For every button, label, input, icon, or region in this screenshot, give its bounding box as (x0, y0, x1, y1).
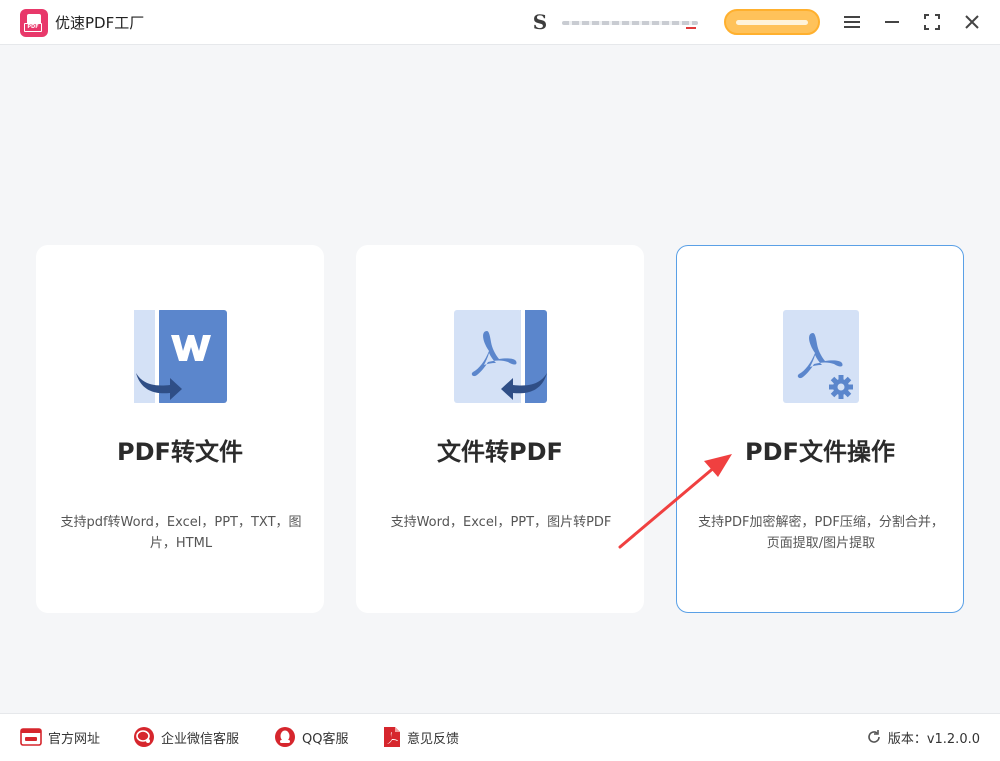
qq-icon (275, 727, 295, 747)
official-website-link[interactable]: 官方网址 (20, 725, 100, 749)
card-pdf-operations[interactable]: PDF文件操作 支持PDF加密解密，PDF压缩，分割合并，页面提取/图片提取 (676, 245, 964, 613)
app-logo-icon: PDF (20, 9, 48, 37)
user-account-area[interactable]: S (526, 10, 706, 34)
footer-link-label: 官方网址 (48, 731, 101, 747)
footer-link-label: QQ客服 (302, 731, 349, 747)
card-title: 文件转PDF (437, 438, 563, 466)
card-description: 支持PDF加密解密，PDF压缩，分割合并，页面提取/图片提取 (698, 515, 944, 551)
card-file-to-pdf[interactable]: 文件转PDF 支持Word，Excel，PPT，图片转PDF (356, 245, 644, 613)
refresh-icon (868, 730, 880, 743)
feedback-icon (384, 727, 400, 747)
file-to-pdf-icon (453, 309, 549, 405)
user-avatar-icon: S (532, 10, 548, 34)
pdf-settings-icon (773, 309, 869, 405)
title-bar: PDF 优速PDF工厂 S (0, 0, 1000, 45)
wecom-support-link[interactable]: 企业微信客服 (133, 725, 239, 749)
card-title: PDF文件操作 (745, 438, 895, 466)
card-pdf-to-file[interactable]: PDF转文件 支持pdf转Word，Excel，PPT，TXT，图片，HTML (36, 245, 324, 613)
qq-support-link[interactable]: QQ客服 (274, 725, 348, 749)
user-name-obscured (562, 21, 698, 25)
maximize-icon[interactable] (918, 8, 946, 36)
minimize-icon[interactable] (878, 8, 906, 36)
menu-icon[interactable] (838, 8, 866, 36)
card-description: 支持pdf转Word，Excel，PPT，TXT，图片，HTML (60, 515, 302, 551)
feedback-link[interactable]: 意见反馈 (383, 725, 459, 749)
wecom-icon (134, 727, 154, 747)
card-description: 支持Word，Excel，PPT，图片转PDF (390, 515, 612, 530)
footer-link-label: 企业微信客服 (161, 731, 240, 747)
pdf-to-word-icon (133, 309, 229, 405)
app-title: 优速PDF工厂 (55, 14, 145, 32)
website-icon (20, 728, 42, 746)
version-label: 版本：v1.2.0.0 (887, 731, 980, 747)
notification-mark (686, 18, 696, 29)
version-info[interactable]: 版本：v1.2.0.0 (866, 725, 980, 749)
vip-button[interactable] (724, 9, 820, 35)
close-icon[interactable] (958, 8, 986, 36)
footer-link-label: 意见反馈 (407, 731, 460, 747)
card-title: PDF转文件 (117, 438, 243, 466)
footer-bar: 官方网址 企业微信客服 QQ客服 意见反馈 版本：v1.2.0.0 (0, 713, 1000, 761)
